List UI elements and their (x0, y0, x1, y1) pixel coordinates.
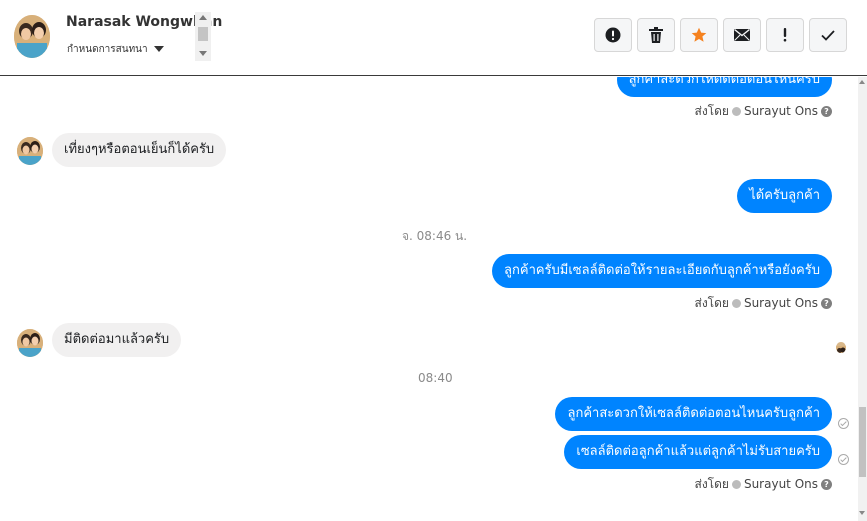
mark-important-button[interactable] (766, 18, 804, 52)
sent-by-label: ส่งโดย (694, 104, 729, 118)
star-button[interactable] (680, 18, 718, 52)
contact-avatar[interactable] (14, 15, 50, 58)
mark-done-button[interactable] (809, 18, 847, 52)
mark-spam-button[interactable] (594, 18, 632, 52)
trash-icon (649, 27, 663, 43)
conversation-toolbar (594, 18, 847, 52)
delivered-check-icon (838, 418, 849, 429)
question-mark-icon[interactable]: ? (821, 479, 832, 490)
envelope-icon (734, 29, 750, 41)
incoming-message[interactable]: เที่ยงๆหรือตอนเย็นก็ได้ครับ (52, 133, 227, 167)
outgoing-message[interactable]: ได้ครับลูกค้า (737, 179, 832, 213)
agent-status-icon (731, 107, 741, 116)
scroll-down-arrow-icon[interactable] (199, 51, 207, 56)
timestamp: 08:40 (418, 371, 453, 385)
contact-avatar-small (17, 137, 43, 165)
scroll-thumb[interactable] (198, 27, 208, 41)
exclamation-circle-icon (605, 27, 621, 43)
delete-button[interactable] (637, 18, 675, 52)
sent-by-row: ส่งโดย Surayut Ons? (694, 294, 832, 313)
star-icon (691, 27, 707, 42)
message-thread[interactable]: ลูกค้าสะดวกให้ติดต่อตอนไหนครับ ส่งโดย Sur… (0, 77, 858, 521)
agent-status-icon (731, 480, 741, 489)
question-mark-icon[interactable]: ? (821, 298, 832, 309)
agent-status-icon (731, 299, 741, 308)
outgoing-message[interactable]: ลูกค้าสะดวกให้ติดต่อตอนไหนครับ (616, 77, 832, 97)
incoming-message[interactable]: มีติดต่อมาแล้วครับ (52, 323, 182, 357)
sent-by-row: ส่งโดย Surayut Ons? (694, 102, 832, 121)
check-icon (821, 29, 835, 41)
sent-by-name: Surayut Ons (743, 104, 818, 118)
sent-by-label: ส่งโดย (694, 477, 729, 491)
conversation-settings-dropdown[interactable]: กำหนดการสนทนา (67, 42, 164, 57)
sent-by-row: ส่งโดย Surayut Ons? (694, 475, 832, 494)
thread-scrollbar[interactable] (858, 77, 867, 521)
outgoing-message[interactable]: ลูกค้าสะดวกให้เซลล์ติดต่อตอนไหนครับลูกค้… (555, 397, 832, 431)
exclamation-icon (783, 28, 787, 42)
conversation-settings-label: กำหนดการสนทนา (67, 44, 148, 55)
scroll-down-arrow-icon[interactable] (859, 511, 865, 515)
outgoing-message[interactable]: ลูกค้าครับมีเซลล์ติดต่อให้รายละเอียดกับล… (492, 254, 832, 288)
question-mark-icon[interactable]: ? (821, 106, 832, 117)
scroll-up-arrow-icon[interactable] (859, 80, 865, 84)
header-scrollbar[interactable] (195, 12, 211, 61)
sent-by-name: Surayut Ons (743, 296, 818, 310)
outgoing-message[interactable]: เซลล์ติดต่อลูกค้าแล้วแต่ลูกค้าไม่รับสายค… (564, 435, 832, 469)
scroll-thumb[interactable] (859, 407, 866, 477)
caret-down-icon (153, 46, 164, 52)
conversation-header: Narasak Wongwhan กำหนดการสนทนา (0, 0, 867, 76)
timestamp: จ. 08:46 น. (402, 229, 468, 243)
scroll-up-arrow-icon[interactable] (199, 15, 207, 20)
contact-avatar-small (17, 329, 43, 357)
sent-by-name: Surayut Ons (743, 477, 818, 491)
sent-by-label: ส่งโดย (694, 296, 729, 310)
seen-avatar (836, 342, 846, 353)
mark-unread-button[interactable] (723, 18, 761, 52)
delivered-check-icon (838, 454, 849, 465)
